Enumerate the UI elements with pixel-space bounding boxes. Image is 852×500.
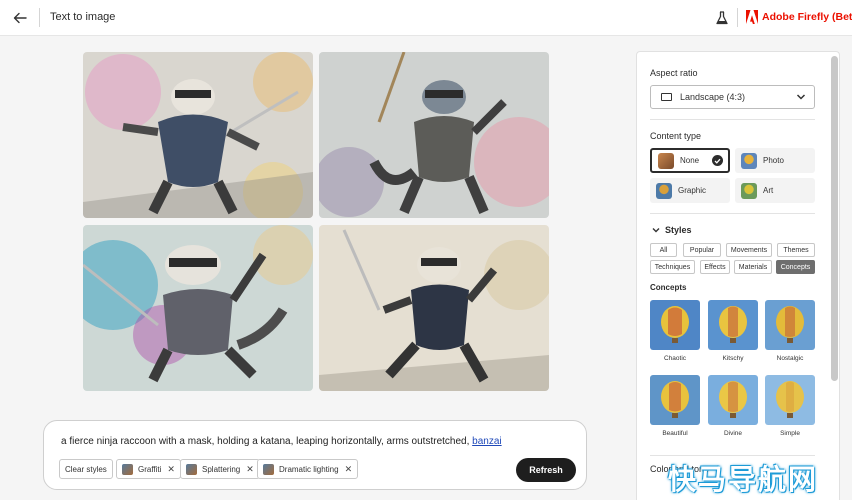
content-type-label: None xyxy=(680,156,700,165)
refresh-button[interactable]: Refresh xyxy=(516,458,576,482)
balloon-thumbnail xyxy=(765,300,815,350)
balloon-thumbnail xyxy=(708,300,758,350)
content-type-label: Art xyxy=(763,186,774,195)
divider xyxy=(650,455,815,456)
content-type-photo[interactable]: Photo xyxy=(735,148,815,173)
divider xyxy=(650,119,815,120)
brand-name: Adobe Firefly (Beta) xyxy=(762,11,852,23)
prompt-box[interactable]: a fierce ninja raccoon with a mask, hold… xyxy=(43,420,587,490)
image-gallery xyxy=(83,52,549,392)
content-type-art[interactable]: Art xyxy=(735,178,815,203)
content-type-none[interactable]: None xyxy=(650,148,730,173)
divider xyxy=(39,8,40,27)
back-button[interactable] xyxy=(10,8,30,28)
page-title: Text to image xyxy=(50,11,116,23)
chip-label: Splattering xyxy=(202,464,241,474)
graffiti-thumbnail xyxy=(122,463,133,475)
divider xyxy=(650,213,815,214)
arrow-left-icon xyxy=(13,12,27,24)
style-chip-splattering[interactable]: Splattering ✕ xyxy=(180,459,260,479)
style-chip-dramatic-lighting[interactable]: Dramatic lighting ✕ xyxy=(257,459,359,479)
none-thumbnail xyxy=(658,152,674,169)
style-chip-graffiti[interactable]: Graffiti ✕ xyxy=(116,459,181,479)
style-tab-themes[interactable]: Themes xyxy=(777,243,815,257)
concept-label: Chaotic xyxy=(663,355,687,362)
concept-chaotic[interactable]: Chaotic xyxy=(650,300,700,362)
concept-nostalgic[interactable]: Nostalgic xyxy=(765,300,815,362)
concept-label: Nostalgic xyxy=(776,355,804,362)
chevron-down-icon xyxy=(652,228,660,233)
concept-label: Simple xyxy=(780,430,800,437)
concepts-heading: Concepts xyxy=(650,283,687,292)
generated-image-4[interactable] xyxy=(319,225,549,391)
top-bar: Text to image Adobe Firefly (Beta) xyxy=(0,0,852,36)
clear-styles-label: Clear styles xyxy=(65,464,107,474)
remove-chip-icon[interactable]: ✕ xyxy=(345,464,353,475)
content-type-heading: Content type xyxy=(650,131,702,141)
clear-styles-button[interactable]: Clear styles xyxy=(59,459,113,479)
chevron-down-icon xyxy=(796,94,806,100)
content-type-label: Graphic xyxy=(678,186,707,195)
concept-label: Divine xyxy=(723,430,743,437)
style-tab-all[interactable]: All xyxy=(650,243,677,257)
landscape-icon xyxy=(661,93,672,101)
concept-simple[interactable]: Simple xyxy=(765,375,815,437)
generated-image-3[interactable] xyxy=(83,225,313,391)
brand[interactable]: Adobe Firefly (Beta) xyxy=(746,10,852,24)
concept-label: Beautiful xyxy=(662,430,688,437)
style-tab-concepts[interactable]: Concepts xyxy=(776,260,815,274)
dramatic-lighting-thumbnail xyxy=(263,463,274,475)
chip-label: Graffiti xyxy=(138,464,162,474)
balloon-thumbnail xyxy=(650,375,700,425)
watermark: 快马导航网 xyxy=(668,463,819,496)
prompt-input[interactable]: a fierce ninja raccoon with a mask, hold… xyxy=(61,436,502,447)
prompt-text: a fierce ninja raccoon with a mask, hold… xyxy=(61,436,473,447)
graphic-thumbnail xyxy=(656,182,672,199)
styles-toggle[interactable]: Styles xyxy=(652,225,692,235)
concept-beautiful[interactable]: Beautiful xyxy=(650,375,700,437)
concept-divine[interactable]: Divine xyxy=(708,375,758,437)
aspect-ratio-value: Landscape (4:3) xyxy=(680,92,746,102)
content-type-label: Photo xyxy=(763,156,784,165)
aspect-ratio-select[interactable]: Landscape (4:3) xyxy=(650,85,815,109)
photo-thumbnail xyxy=(741,152,757,169)
splattering-thumbnail xyxy=(186,463,197,475)
balloon-thumbnail xyxy=(708,375,758,425)
beta-flask-icon[interactable] xyxy=(714,10,730,26)
generated-image-2[interactable] xyxy=(319,52,549,218)
style-tab-techniques[interactable]: Techniques xyxy=(650,260,695,274)
chip-label: Dramatic lighting xyxy=(279,464,339,474)
style-tab-effects[interactable]: Effects xyxy=(700,260,730,274)
art-thumbnail xyxy=(741,182,757,199)
divider xyxy=(737,8,738,27)
remove-chip-icon[interactable]: ✕ xyxy=(167,464,175,475)
styles-heading: Styles xyxy=(665,225,692,235)
remove-chip-icon[interactable]: ✕ xyxy=(246,464,254,475)
panel-scrollbar[interactable] xyxy=(831,56,838,381)
balloon-thumbnail xyxy=(650,300,700,350)
balloon-thumbnail xyxy=(765,375,815,425)
concept-label: Kitschy xyxy=(722,355,744,362)
adobe-logo-icon xyxy=(746,10,758,24)
style-tab-popular[interactable]: Popular xyxy=(683,243,721,257)
style-tab-materials[interactable]: Materials xyxy=(734,260,772,274)
checkmark-icon xyxy=(712,155,723,166)
prompt-link-word[interactable]: banzai xyxy=(472,436,501,447)
style-tab-movements[interactable]: Movements xyxy=(726,243,772,257)
aspect-ratio-heading: Aspect ratio xyxy=(650,68,698,78)
generated-image-1[interactable] xyxy=(83,52,313,218)
concept-kitschy[interactable]: Kitschy xyxy=(708,300,758,362)
content-type-graphic[interactable]: Graphic xyxy=(650,178,730,203)
